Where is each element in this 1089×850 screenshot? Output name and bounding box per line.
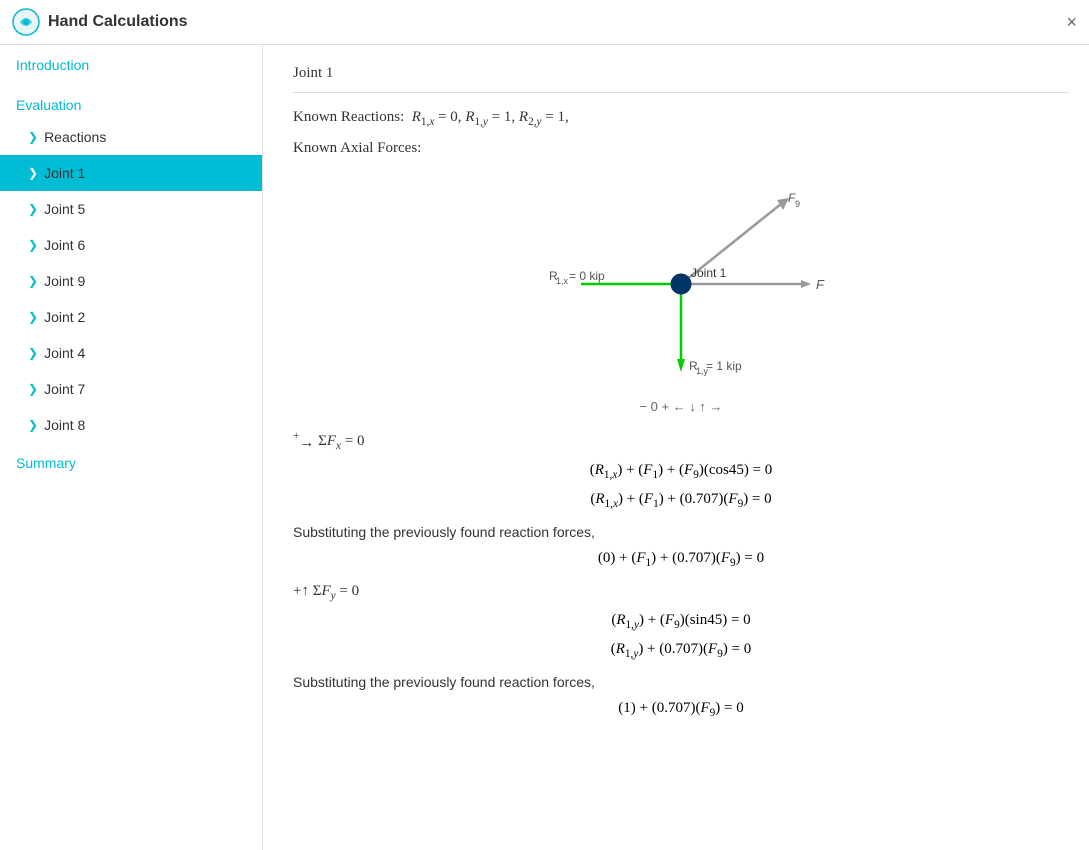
svg-text:1,x: 1,x xyxy=(556,276,569,286)
eq-fx-2: (R1,x) + (F1) + (0.707)(F9) = 0 xyxy=(293,491,1069,510)
known-reactions-line: Known Reactions: R1,x = 0, R1,y = 1, R2,… xyxy=(293,109,1069,128)
app-title: Hand Calculations xyxy=(48,13,188,31)
sidebar-item-introduction[interactable]: Introduction xyxy=(0,45,262,85)
known-reactions-label: Known Reactions: xyxy=(293,109,404,125)
eq-fy-2: (R1,y) + (0.707)(F9) = 0 xyxy=(293,641,1069,660)
title-bar: Hand Calculations × xyxy=(0,0,1089,45)
joint2-label: Joint 2 xyxy=(44,309,85,325)
section-title: Joint 1 xyxy=(293,65,1069,93)
chevron-joint1-icon: ❯ xyxy=(28,166,38,180)
joint6-label: Joint 6 xyxy=(44,237,85,253)
eq-fx-1: (R1,x) + (F1) + (F9)(cos45) = 0 xyxy=(293,462,1069,481)
introduction-label: Introduction xyxy=(16,57,89,73)
svg-text:Joint 1: Joint 1 xyxy=(691,266,727,280)
joint4-label: Joint 4 xyxy=(44,345,85,361)
svg-text:= 0 kip: = 0 kip xyxy=(569,269,605,283)
sidebar-item-joint6[interactable]: ❯ Joint 6 xyxy=(0,227,262,263)
known-axial-forces-line: Known Axial Forces: xyxy=(293,140,1069,157)
eq-fx-3: (0) + (F1) + (0.707)(F9) = 0 xyxy=(293,550,1069,569)
chevron-joint5-icon: ❯ xyxy=(28,202,38,216)
joint8-label: Joint 8 xyxy=(44,417,85,433)
joint-diagram[interactable]: R 1,x = 0 kip F R 1,y = 1 kip F 9 xyxy=(293,169,1069,389)
main-content: Joint 1 Known Reactions: R1,x = 0, R1,y … xyxy=(263,45,1089,850)
summary-label: Summary xyxy=(16,455,76,471)
sidebar-item-joint1[interactable]: ❯ Joint 1 xyxy=(0,155,262,191)
app-logo xyxy=(12,8,40,36)
chevron-joint7-icon: ❯ xyxy=(28,382,38,396)
reactions-label: Reactions xyxy=(44,129,106,145)
subst-text-1: Substituting the previously found reacti… xyxy=(293,524,1069,540)
sidebar-item-joint5[interactable]: ❯ Joint 5 xyxy=(0,191,262,227)
evaluation-label: Evaluation xyxy=(16,97,81,113)
chevron-joint2-icon: ❯ xyxy=(28,310,38,324)
sum-fy-label: +↑ ΣFy = 0 xyxy=(293,583,1069,602)
sidebar-item-joint9[interactable]: ❯ Joint 9 xyxy=(0,263,262,299)
sidebar-item-joint4[interactable]: ❯ Joint 4 xyxy=(0,335,262,371)
sum-fx-label: +→ ΣFx = 0 xyxy=(293,430,1069,452)
chevron-joint6-icon: ❯ xyxy=(28,238,38,252)
sidebar-item-summary[interactable]: Summary xyxy=(0,443,262,483)
sidebar-item-joint7[interactable]: ❯ Joint 7 xyxy=(0,371,262,407)
joint9-label: Joint 9 xyxy=(44,273,85,289)
svg-text:9: 9 xyxy=(795,199,800,209)
chevron-joint9-icon: ❯ xyxy=(28,274,38,288)
svg-text:F: F xyxy=(816,277,825,292)
close-button[interactable]: × xyxy=(1066,12,1077,33)
eq-fy-1: (R1,y) + (F9)(sin45) = 0 xyxy=(293,612,1069,631)
chevron-reactions-icon: ❯ xyxy=(28,130,38,144)
chevron-joint8-icon: ❯ xyxy=(28,418,38,432)
sidebar-item-joint2[interactable]: ❯ Joint 2 xyxy=(0,299,262,335)
known-axial-label: Known Axial Forces: xyxy=(293,140,421,156)
joint1-label: Joint 1 xyxy=(44,165,85,181)
chevron-joint4-icon: ❯ xyxy=(28,346,38,360)
eq-fy-3: (1) + (0.707)(F9) = 0 xyxy=(293,700,1069,719)
sidebar-item-reactions[interactable]: ❯ Reactions xyxy=(0,119,262,155)
joint7-label: Joint 7 xyxy=(44,381,85,397)
sidebar-item-evaluation[interactable]: Evaluation xyxy=(0,85,262,119)
subst-text-2: Substituting the previously found reacti… xyxy=(293,674,1069,690)
sidebar: Introduction Evaluation ❯ Reactions ❯ Jo… xyxy=(0,45,263,850)
diagram-svg: R 1,x = 0 kip F R 1,y = 1 kip F 9 xyxy=(481,174,881,384)
joint5-label: Joint 5 xyxy=(44,201,85,217)
svg-text:= 1 kip: = 1 kip xyxy=(706,359,742,373)
diagram-controls[interactable]: − 0 + ← ↓ ↑ → xyxy=(293,399,1069,414)
sidebar-item-joint8[interactable]: ❯ Joint 8 xyxy=(0,407,262,443)
known-reactions-formula: R1,x = 0, R1,y = 1, R2,y = 1, xyxy=(408,109,569,125)
